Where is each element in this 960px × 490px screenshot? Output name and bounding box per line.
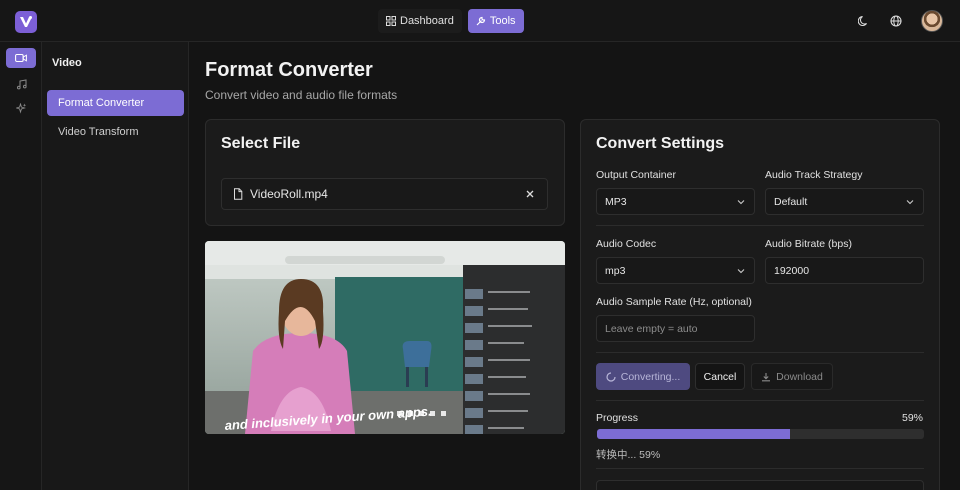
sample-rate-input[interactable]: Leave empty = auto: [596, 315, 755, 342]
download-icon: [762, 372, 771, 381]
wrench-icon: [476, 16, 485, 26]
rail-effects[interactable]: [6, 98, 36, 118]
spinner-icon: [606, 371, 616, 382]
selected-file-row[interactable]: VideoRoll.mp4: [221, 178, 548, 210]
video-frame-image: and inclusively in your own apps.: [205, 241, 565, 434]
audio-track-strategy-label: Audio Track Strategy: [765, 169, 863, 181]
globe-icon: [890, 15, 902, 27]
top-bar: Dashboard Tools: [0, 0, 960, 42]
output-container-value: MP3: [605, 195, 627, 208]
page-title: Format Converter: [205, 59, 373, 81]
section-divider: [596, 225, 924, 226]
moon-icon: [858, 15, 867, 27]
sidebar-section-title: Video: [52, 57, 82, 69]
user-avatar[interactable]: [921, 10, 943, 32]
grid-icon: [386, 16, 396, 26]
video-preview[interactable]: and inclusively in your own apps.: [205, 241, 565, 434]
output-file-row[interactable]: [596, 480, 924, 490]
audio-bitrate-value: 192000: [774, 264, 810, 277]
page-subtitle: Convert video and audio file formats: [205, 88, 398, 102]
audio-codec-select[interactable]: mp3: [596, 257, 755, 284]
select-file-title: Select File: [221, 135, 301, 152]
converting-label: Converting...: [620, 370, 681, 383]
tools-button[interactable]: Tools: [467, 9, 524, 33]
select-file-card: Select File VideoRoll.mp4: [205, 119, 565, 226]
top-right-actions: [857, 10, 943, 32]
close-icon[interactable]: [525, 189, 535, 199]
chevron-down-icon: [737, 200, 745, 205]
sub-sidebar: Video Format Converter Video Transform: [42, 42, 189, 490]
sparkles-icon: [15, 102, 26, 114]
audio-codec-label: Audio Codec: [596, 238, 657, 250]
app-logo[interactable]: [15, 11, 37, 33]
sample-rate-label: Audio Sample Rate (Hz, optional): [596, 296, 752, 308]
sidebar-item-label: Video Transform: [58, 126, 139, 138]
cancel-label: Cancel: [703, 370, 737, 383]
chevron-down-icon: [906, 200, 914, 205]
audio-bitrate-label: Audio Bitrate (bps): [765, 238, 852, 250]
progress-status: 转换中... 59%: [596, 449, 661, 461]
sample-rate-placeholder: Leave empty = auto: [605, 322, 698, 335]
audio-track-strategy-select[interactable]: Default: [765, 188, 924, 215]
convert-settings-title: Convert Settings: [596, 135, 725, 152]
download-label: Download: [776, 370, 823, 383]
logo-v-icon: [20, 16, 32, 27]
audio-track-strategy-value: Default: [774, 195, 808, 208]
section-divider: [596, 352, 924, 353]
convert-settings-card: Convert Settings Output Container MP3 Au…: [580, 119, 940, 490]
output-container-label: Output Container: [596, 169, 676, 181]
cancel-button[interactable]: Cancel: [695, 363, 745, 390]
progress-bar-fill: [597, 429, 790, 439]
file-name: VideoRoll.mp4: [250, 187, 328, 201]
progress-percent: 59%: [901, 412, 923, 424]
converting-button[interactable]: Converting...: [596, 363, 690, 390]
tools-label: Tools: [489, 15, 516, 27]
progress-label: Progress: [596, 412, 639, 424]
sidebar-item-format-converter[interactable]: Format Converter: [47, 90, 184, 116]
output-container-select[interactable]: MP3: [596, 188, 755, 215]
rail-video[interactable]: [6, 48, 36, 68]
icon-rail: [0, 42, 42, 490]
language-button[interactable]: [889, 14, 903, 28]
audio-bitrate-input[interactable]: 192000: [765, 257, 924, 284]
progress-bar: [597, 429, 924, 439]
rail-audio[interactable]: [6, 74, 36, 94]
video-camera-icon: [15, 53, 27, 63]
sidebar-item-video-transform[interactable]: Video Transform: [47, 119, 184, 145]
section-divider: [596, 400, 924, 401]
theme-toggle-button[interactable]: [857, 14, 871, 28]
dashboard-label: Dashboard: [400, 15, 454, 27]
section-divider: [596, 468, 924, 469]
top-nav: Dashboard Tools: [378, 9, 524, 33]
music-note-icon: [16, 78, 27, 89]
chevron-down-icon: [737, 269, 745, 274]
file-icon: [234, 188, 243, 200]
audio-codec-value: mp3: [605, 264, 626, 277]
dashboard-button[interactable]: Dashboard: [378, 9, 462, 33]
download-button[interactable]: Download: [751, 363, 833, 390]
sidebar-item-label: Format Converter: [58, 97, 145, 109]
